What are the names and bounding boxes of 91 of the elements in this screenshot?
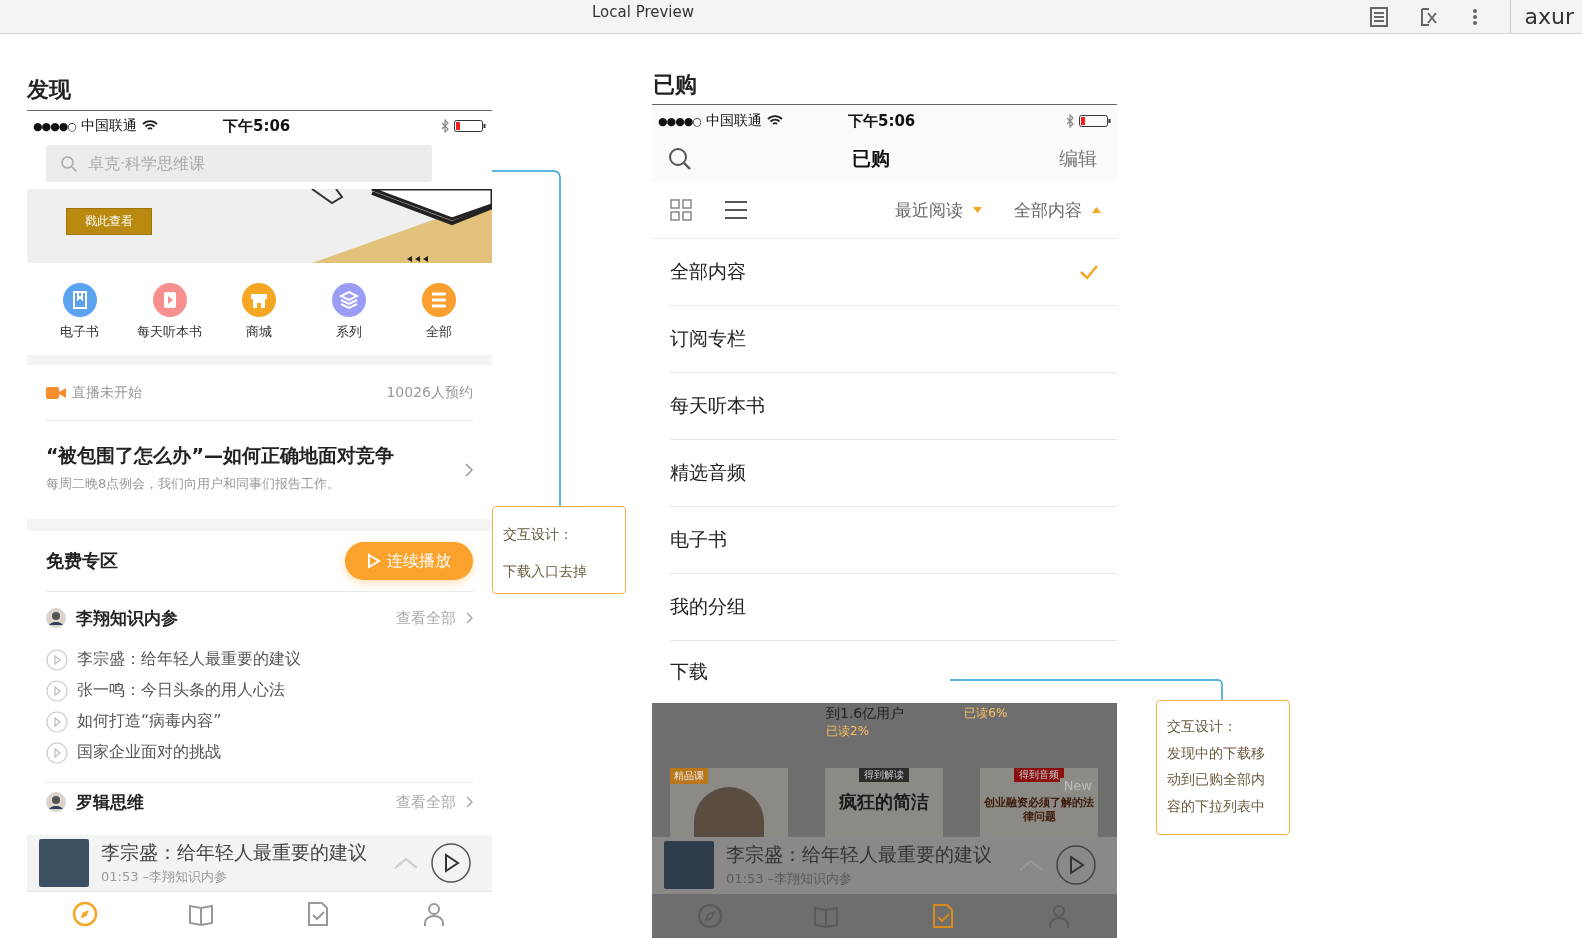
nav-title: 已购: [852, 146, 890, 171]
more-icon[interactable]: [1471, 7, 1478, 26]
column-name[interactable]: 罗辑思维: [76, 790, 144, 814]
screen-heading: 已购: [653, 71, 698, 99]
cover-title: 创业融资必须了解的法律问题: [983, 796, 1095, 825]
column-name[interactable]: 李翔知识内参: [76, 606, 178, 630]
bluetooth-icon: [1066, 114, 1074, 129]
track-source: –李翔知识内参: [142, 869, 228, 884]
episode-title[interactable]: 张一鸣：今日头条的用人心法: [77, 680, 285, 701]
avatar-icon: [46, 608, 66, 628]
note-text: 发现中的下载移动到已购全部内容的下拉列表中: [1167, 743, 1266, 816]
variable-icon[interactable]: [1419, 6, 1440, 27]
dropdown-option[interactable]: 我的分组: [670, 574, 1117, 641]
edit-button[interactable]: 编辑: [1059, 146, 1097, 172]
page-list-icon[interactable]: [1369, 6, 1388, 27]
shop-category-icon[interactable]: [242, 283, 277, 317]
portrait-photo-placeholder: [694, 787, 764, 837]
app-logo: axur: [1509, 0, 1582, 33]
play-circle-icon[interactable]: [46, 679, 68, 702]
chevron-right-icon: [466, 796, 473, 808]
dropdown-option[interactable]: 下载: [670, 641, 1117, 703]
cover-photo-placeholder: [39, 839, 89, 887]
play-category-icon[interactable]: [152, 283, 187, 317]
play-circle-icon[interactable]: [46, 710, 68, 733]
book-caption: 到1.6亿用户: [826, 705, 905, 723]
note-title: 交互设计：: [1167, 717, 1238, 736]
category-label[interactable]: 商城: [246, 323, 273, 341]
event-description: 每周二晚8点例会，我们向用户和同事们报告工作。: [46, 475, 342, 493]
section-title: 免费专区: [46, 549, 118, 573]
cover-ribbon: 精品课: [670, 768, 708, 784]
search-field[interactable]: 卓克·科学思维课: [46, 144, 432, 182]
episode-title[interactable]: 李宗盛：给年轻人最重要的建议: [77, 649, 301, 670]
list-category-icon[interactable]: [422, 283, 457, 317]
cover-title: 疯狂的简洁: [839, 790, 929, 814]
episode-title[interactable]: 国家企业面对的挑战: [77, 742, 221, 763]
dropdown-option[interactable]: 订阅专栏: [670, 306, 1117, 373]
percent-read-text: 已读6%: [964, 705, 1008, 722]
cover-photo-placeholder: [664, 841, 714, 889]
category-label[interactable]: 电子书: [60, 323, 100, 341]
play-icon: [367, 553, 381, 569]
avatar-icon: [46, 792, 66, 812]
status-time: 下午5:06: [223, 116, 291, 136]
note-text: 下载入口去掉: [503, 561, 588, 581]
wifi-icon: [767, 115, 783, 128]
dropdown-option[interactable]: 全部内容: [670, 239, 1117, 306]
note-title: 交互设计：: [503, 525, 574, 544]
track-title: 李宗盛：给年轻人最重要的建议: [726, 842, 993, 867]
signal-strength: ●●●●○: [33, 119, 76, 133]
track-time: 01:53: [101, 869, 139, 884]
reservation-count: 10026人预约: [386, 383, 473, 402]
list-view-icon[interactable]: [724, 200, 748, 221]
carrier-name: 中国联通: [81, 117, 137, 135]
cover-tag: 得到音频: [1014, 768, 1064, 782]
mini-player[interactable]: 李宗盛：给年轻人最重要的建议 01:53 –李翔知识内参: [27, 835, 492, 891]
track-title: 李宗盛：给年轻人最重要的建议: [101, 840, 368, 865]
dropdown-option[interactable]: 电子书: [670, 507, 1117, 574]
book-cover[interactable]: 得到解读 疯狂的简洁: [825, 768, 943, 837]
chevron-up-icon[interactable]: [394, 857, 418, 869]
percent-read-text: 已读2%: [826, 723, 871, 740]
episode-title[interactable]: 如何打造“病毒内容”: [77, 711, 222, 732]
status-time: 下午5:06: [848, 111, 916, 131]
battery-icon: [1079, 115, 1111, 128]
dropdown-option[interactable]: 每天听本书: [670, 373, 1117, 440]
filter-dropdown[interactable]: 全部内容: [1014, 198, 1101, 222]
live-event-item[interactable]: “被包围了怎么办”—如何正确地面对竞争 每周二晚8点例会，我们向用户和同事们报告工作。: [46, 421, 473, 519]
play-button-icon[interactable]: [430, 842, 472, 884]
live-status: 直播未开始: [72, 383, 142, 402]
category-label[interactable]: 全部: [426, 323, 453, 341]
search-icon[interactable]: [668, 147, 692, 171]
carrier-name: 中国联通: [706, 112, 762, 131]
video-camera-icon: [46, 385, 66, 400]
preview-title: Local Preview: [592, 3, 695, 21]
play-circle-icon[interactable]: [46, 741, 68, 764]
event-title: “被包围了怎么办”—如何正确地面对竞争: [46, 443, 395, 468]
category-label[interactable]: 系列: [336, 323, 363, 341]
battery-icon: [454, 120, 486, 132]
cover-tag: 得到解读: [859, 768, 909, 782]
grid-view-icon[interactable]: [670, 199, 692, 222]
screen-heading: 发现: [27, 76, 72, 104]
dropdown-option[interactable]: 精选音频: [670, 440, 1117, 507]
play-circle-icon[interactable]: [46, 648, 68, 671]
search-icon: [60, 154, 78, 173]
filter-dropdown[interactable]: 最近阅读: [895, 198, 982, 222]
category-label[interactable]: 每天听本书: [137, 323, 203, 341]
layers-category-icon[interactable]: [332, 283, 367, 317]
book-category-icon[interactable]: [62, 283, 97, 317]
wifi-icon: [142, 120, 158, 132]
chevron-right-icon: [465, 463, 473, 477]
chevron-right-icon: [466, 612, 473, 624]
bluetooth-icon: [441, 119, 449, 133]
signal-strength: ●●●●○: [658, 114, 701, 128]
